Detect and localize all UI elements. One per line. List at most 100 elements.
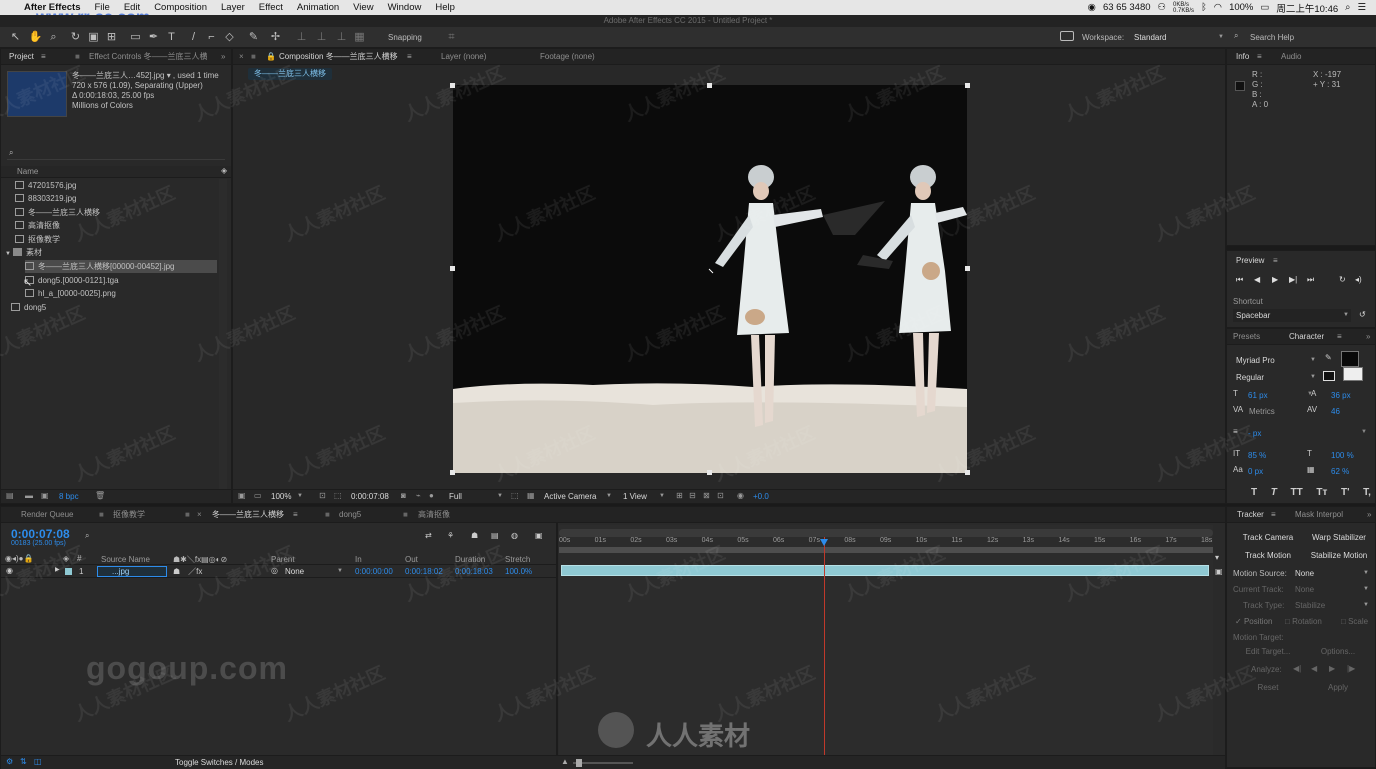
lock-icon[interactable]: ■ (75, 49, 80, 65)
composition-breadcrumb[interactable]: 冬——兰底三人横移 (248, 68, 332, 80)
twirl-icon[interactable]: ▶ (55, 566, 60, 573)
table-row[interactable]: ◉ ▶ 1 ...jpg ☗ ／fx ◎ None 0:00:00:00 0:0… (1, 565, 557, 578)
track-camera-button[interactable]: Track Camera (1235, 531, 1301, 545)
faux-bold-button[interactable]: T (1251, 487, 1257, 498)
list-item[interactable]: dong5.[0000-0121].tga (25, 274, 217, 287)
panel-overflow-icon[interactable]: » (1367, 507, 1371, 523)
eraser-tool-icon[interactable]: ◇ (222, 30, 237, 45)
position-checkbox[interactable]: ✓ Position (1235, 617, 1272, 626)
tab-timeline-4[interactable]: 高清抠像 (418, 507, 450, 523)
axis-world-icon[interactable]: ⊥ (314, 30, 329, 45)
pen-tool-icon[interactable]: ✒ (146, 30, 161, 45)
playhead-handle[interactable] (820, 539, 829, 546)
timeline-timecode[interactable]: 0:00:07:08 (11, 527, 70, 541)
label-column-icon[interactable]: ◈ (221, 166, 227, 175)
audio-icon[interactable]: ◂) (1355, 275, 1362, 284)
close-tab-icon[interactable]: × (239, 49, 244, 65)
list-item-selected[interactable]: 冬——兰底三人横移[00000-00452].jpg (25, 260, 217, 273)
transparency-grid-icon[interactable]: ▦ (527, 491, 535, 500)
font-style-select[interactable]: Regular (1236, 371, 1318, 384)
layer-stretch[interactable]: 100.0% (505, 567, 532, 576)
superscript-button[interactable]: T' (1341, 487, 1350, 498)
menu-effect[interactable]: Effect (259, 2, 283, 13)
parent-pickwhip-icon[interactable]: ◎ (271, 566, 278, 575)
viewer-lock-icon[interactable]: 🔒 (266, 49, 276, 65)
record-icon[interactable]: ◉ (1088, 2, 1096, 13)
track-type-select[interactable]: Stabilize (1295, 599, 1371, 612)
tab-timeline-1[interactable]: 抠像教学 (113, 507, 145, 523)
stroke-color-swatch[interactable] (1323, 371, 1335, 381)
axis-local-icon[interactable]: ⊥ (294, 30, 309, 45)
analyze-forward-icon[interactable]: ▶ (1329, 664, 1335, 673)
first-frame-icon[interactable]: ⏮ (1236, 275, 1243, 285)
monitor-icon[interactable]: ▭ (254, 491, 262, 500)
axis-grid-icon[interactable]: ▦ (352, 30, 367, 45)
tab-project[interactable]: Project (9, 49, 34, 65)
tab-presets[interactable]: Presets (1233, 329, 1260, 345)
draft-3d-icon[interactable]: ⚘ (447, 531, 454, 540)
snapping-icon[interactable]: ⌗ (444, 30, 459, 45)
transform-handle[interactable] (707, 83, 712, 88)
column-source-name[interactable]: Source Name (101, 555, 150, 564)
current-track-select[interactable]: None (1295, 583, 1371, 596)
time-ruler[interactable]: 00s 01s 02s 03s 04s 05s 06s 07s 08s 09s 10s 11s 12s 1… (559, 537, 1213, 547)
playhead[interactable] (824, 537, 826, 765)
small-caps-button[interactable]: Tт (1316, 487, 1327, 498)
motion-blur-icon[interactable]: ◍ (511, 531, 518, 540)
zoom-out-icon[interactable]: ▲ (561, 757, 569, 766)
layer-switches-toggle-icon[interactable]: ⚙ (6, 757, 13, 766)
parent-select[interactable]: None (285, 565, 345, 578)
transfer-controls-toggle-icon[interactable]: ⇅ (20, 757, 27, 766)
panel-menu-icon[interactable]: ≡ (1273, 256, 1278, 265)
lock-icon[interactable]: ■ (185, 507, 190, 523)
warp-stabilizer-button[interactable]: Warp Stabilizer (1305, 531, 1373, 545)
switches-icons[interactable]: ☗✱＼fx▤◎◐⊘ (173, 554, 227, 565)
menu-view[interactable]: View (353, 2, 373, 13)
folder-item[interactable]: ▼ 素材 (5, 246, 219, 259)
number-column[interactable]: # (77, 554, 81, 563)
toggle-switches-modes[interactable]: Toggle Switches / Modes (175, 758, 264, 767)
viewer-timecode[interactable]: 0:00:07:08 (351, 492, 389, 501)
lock-icon[interactable]: ■ (99, 507, 104, 523)
no-fill-swatch[interactable] (1343, 367, 1363, 381)
reset-shortcut-icon[interactable]: ↺ (1359, 310, 1366, 319)
tab-composition[interactable]: Composition 冬——兰底三人横移 (279, 49, 398, 65)
column-name[interactable]: Name (17, 167, 38, 176)
transform-handle[interactable] (965, 83, 970, 88)
comp-button-icon[interactable]: ▾ (1215, 553, 1219, 562)
edit-target-button[interactable]: Edit Target... (1235, 645, 1301, 659)
panel-menu-icon[interactable]: ≡ (1257, 49, 1262, 65)
layer-switches[interactable]: ☗ ／fx (173, 566, 202, 577)
pan-behind-tool-icon[interactable]: ⊞ (104, 30, 119, 45)
analyze-forward-1-icon[interactable]: |▶ (1347, 664, 1355, 673)
zoom-slider[interactable] (573, 762, 633, 764)
workspace-select[interactable]: Standard (1134, 31, 1226, 44)
timeline-search-icon[interactable]: ⌕ (85, 531, 89, 541)
graph-editor-icon[interactable]: ▣ (535, 531, 543, 540)
timeline-icon[interactable]: ⊠ (703, 491, 710, 500)
composition-canvas[interactable] (453, 85, 967, 473)
subscript-button[interactable]: T, (1363, 487, 1371, 498)
project-search-icon[interactable]: ⌕ (9, 148, 13, 158)
lock-icon[interactable]: ■ (403, 507, 408, 523)
layer-duration-bar[interactable] (561, 565, 1210, 576)
av-features-icon[interactable]: ◉◂)●🔒 (5, 554, 33, 563)
new-composition-icon[interactable]: ▣ (41, 491, 49, 500)
column-parent[interactable]: Parent (271, 555, 295, 564)
previous-frame-icon[interactable]: ◀ (1254, 275, 1260, 284)
lock-icon[interactable]: ■ (251, 49, 256, 65)
chevron-down-icon[interactable]: ▼ (1361, 429, 1367, 435)
analyze-back-1-icon[interactable]: ◀| (1293, 664, 1301, 673)
hand-tool-icon[interactable]: ✋ (28, 30, 43, 45)
tab-timeline-3[interactable]: dong5 (339, 507, 361, 523)
brush-tool-icon[interactable]: / (186, 30, 201, 45)
list-item[interactable]: 47201576.jpg (15, 179, 219, 192)
horizontal-scale-value[interactable]: 100 % (1331, 451, 1354, 460)
tsume-value[interactable]: 62 % (1331, 467, 1349, 476)
flowchart-icon[interactable]: ⊡ (717, 491, 724, 500)
list-item[interactable]: hl_a_[0000-0025].png (25, 287, 217, 300)
layer-name-field[interactable]: ...jpg (97, 566, 167, 577)
rotate-tool-icon[interactable]: ↻ (68, 30, 83, 45)
roto-brush-tool-icon[interactable]: ✎ (246, 30, 261, 45)
work-area-bar[interactable] (559, 529, 1213, 537)
